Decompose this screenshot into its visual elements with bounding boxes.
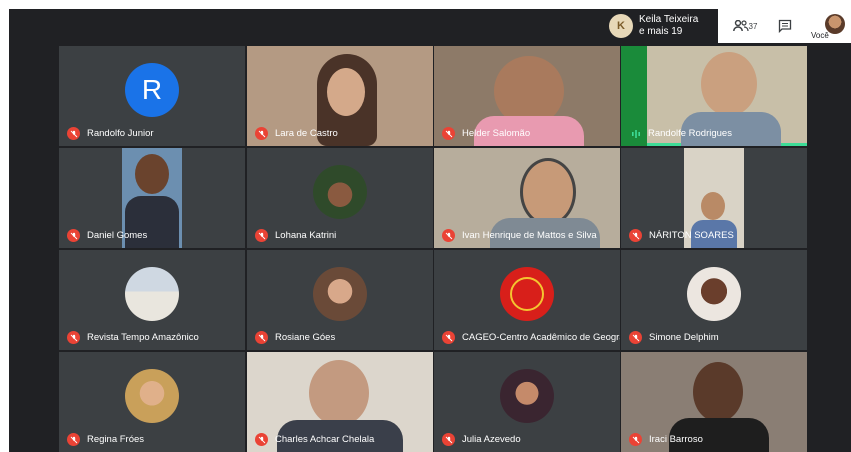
speaking-icon xyxy=(629,127,642,140)
presenter-avatar: K xyxy=(609,14,633,38)
participant-name: Ivan Henrique de Mattos e Silva xyxy=(462,230,597,241)
participant-tile[interactable]: Julia Azevedo xyxy=(434,352,620,452)
participant-name: Randolfe Rodrigues xyxy=(648,128,732,139)
avatar xyxy=(313,267,367,321)
participant-name: NÁRITON SOARES xyxy=(649,230,734,241)
people-icon xyxy=(732,20,749,32)
avatar xyxy=(125,369,179,423)
avatar xyxy=(125,267,179,321)
mic-off-icon xyxy=(67,127,80,140)
participant-name: Randolfo Junior xyxy=(87,128,154,139)
avatar xyxy=(687,267,741,321)
participant-tile[interactable]: Iraci Barroso xyxy=(621,352,807,452)
participant-name: Lara de Castro xyxy=(275,128,338,139)
participant-tile[interactable]: R Randolfo Junior xyxy=(59,46,245,146)
avatar xyxy=(500,369,554,423)
presenter-chip[interactable]: K Keila Teixeira e mais 19 xyxy=(605,9,718,43)
participant-name: Revista Tempo Amazônico xyxy=(87,332,199,343)
participant-tile-active-speaker[interactable]: Randolfe Rodrigues xyxy=(621,46,807,146)
participant-tile[interactable]: NÁRITON SOARES xyxy=(621,148,807,248)
mic-off-icon xyxy=(255,331,268,344)
mic-off-icon xyxy=(67,331,80,344)
presenter-more: e mais 19 xyxy=(639,26,683,37)
video-feed xyxy=(309,360,369,426)
self-label: Você xyxy=(811,31,829,40)
participant-tile[interactable]: Helder Salomão xyxy=(434,46,620,146)
presenter-name: Keila Teixeira xyxy=(639,14,699,25)
people-button[interactable]: 37 xyxy=(725,9,765,43)
participant-name: Daniel Gomes xyxy=(87,230,148,241)
chat-button[interactable] xyxy=(768,9,802,43)
participant-tile[interactable]: Charles Achcar Chelala xyxy=(247,352,433,452)
participant-tile[interactable]: Regina Fróes xyxy=(59,352,245,452)
participant-tile[interactable]: Simone Delphim xyxy=(621,250,807,350)
mic-off-icon xyxy=(442,229,455,242)
participant-name: Iraci Barroso xyxy=(649,434,703,445)
mic-off-icon xyxy=(442,127,455,140)
mic-off-icon xyxy=(255,229,268,242)
participant-name: Lohana Katrini xyxy=(275,230,337,241)
participant-tile[interactable]: Lohana Katrini xyxy=(247,148,433,248)
avatar xyxy=(313,165,367,219)
participant-name: Rosiane Góes xyxy=(275,332,336,343)
participant-name: Helder Salomão xyxy=(462,128,531,139)
participant-name: CAGEO-Centro Acadêmico de Geografia xyxy=(462,332,620,343)
participant-name: Simone Delphim xyxy=(649,332,719,343)
avatar: R xyxy=(125,63,179,117)
mic-off-icon xyxy=(442,331,455,344)
globe-logo xyxy=(510,277,544,311)
mic-off-icon xyxy=(67,433,80,446)
participant-name: Julia Azevedo xyxy=(462,434,521,445)
participant-tile[interactable]: Daniel Gomes xyxy=(59,148,245,248)
mic-off-icon xyxy=(255,433,268,446)
participant-tile[interactable]: Rosiane Góes xyxy=(247,250,433,350)
participant-tile[interactable]: Ivan Henrique de Mattos e Silva xyxy=(434,148,620,248)
video-feed xyxy=(520,158,576,226)
avatar xyxy=(500,267,554,321)
mic-off-icon xyxy=(67,229,80,242)
participant-tile[interactable]: CAGEO-Centro Acadêmico de Geografia xyxy=(434,250,620,350)
self-view[interactable]: Você xyxy=(808,9,851,43)
participant-name: Regina Fróes xyxy=(87,434,145,445)
participant-grid: R Randolfo Junior Lara de Castro Helder … xyxy=(59,46,807,452)
mic-off-icon xyxy=(255,127,268,140)
participant-tile[interactable]: Revista Tempo Amazônico xyxy=(59,250,245,350)
mic-off-icon xyxy=(629,229,642,242)
chat-icon xyxy=(778,19,792,33)
people-count: 37 xyxy=(748,21,758,31)
mic-off-icon xyxy=(442,433,455,446)
mic-off-icon xyxy=(629,433,642,446)
participant-tile[interactable]: Lara de Castro xyxy=(247,46,433,146)
video-feed xyxy=(693,362,743,422)
mic-off-icon xyxy=(629,331,642,344)
participant-name: Charles Achcar Chelala xyxy=(275,434,375,445)
